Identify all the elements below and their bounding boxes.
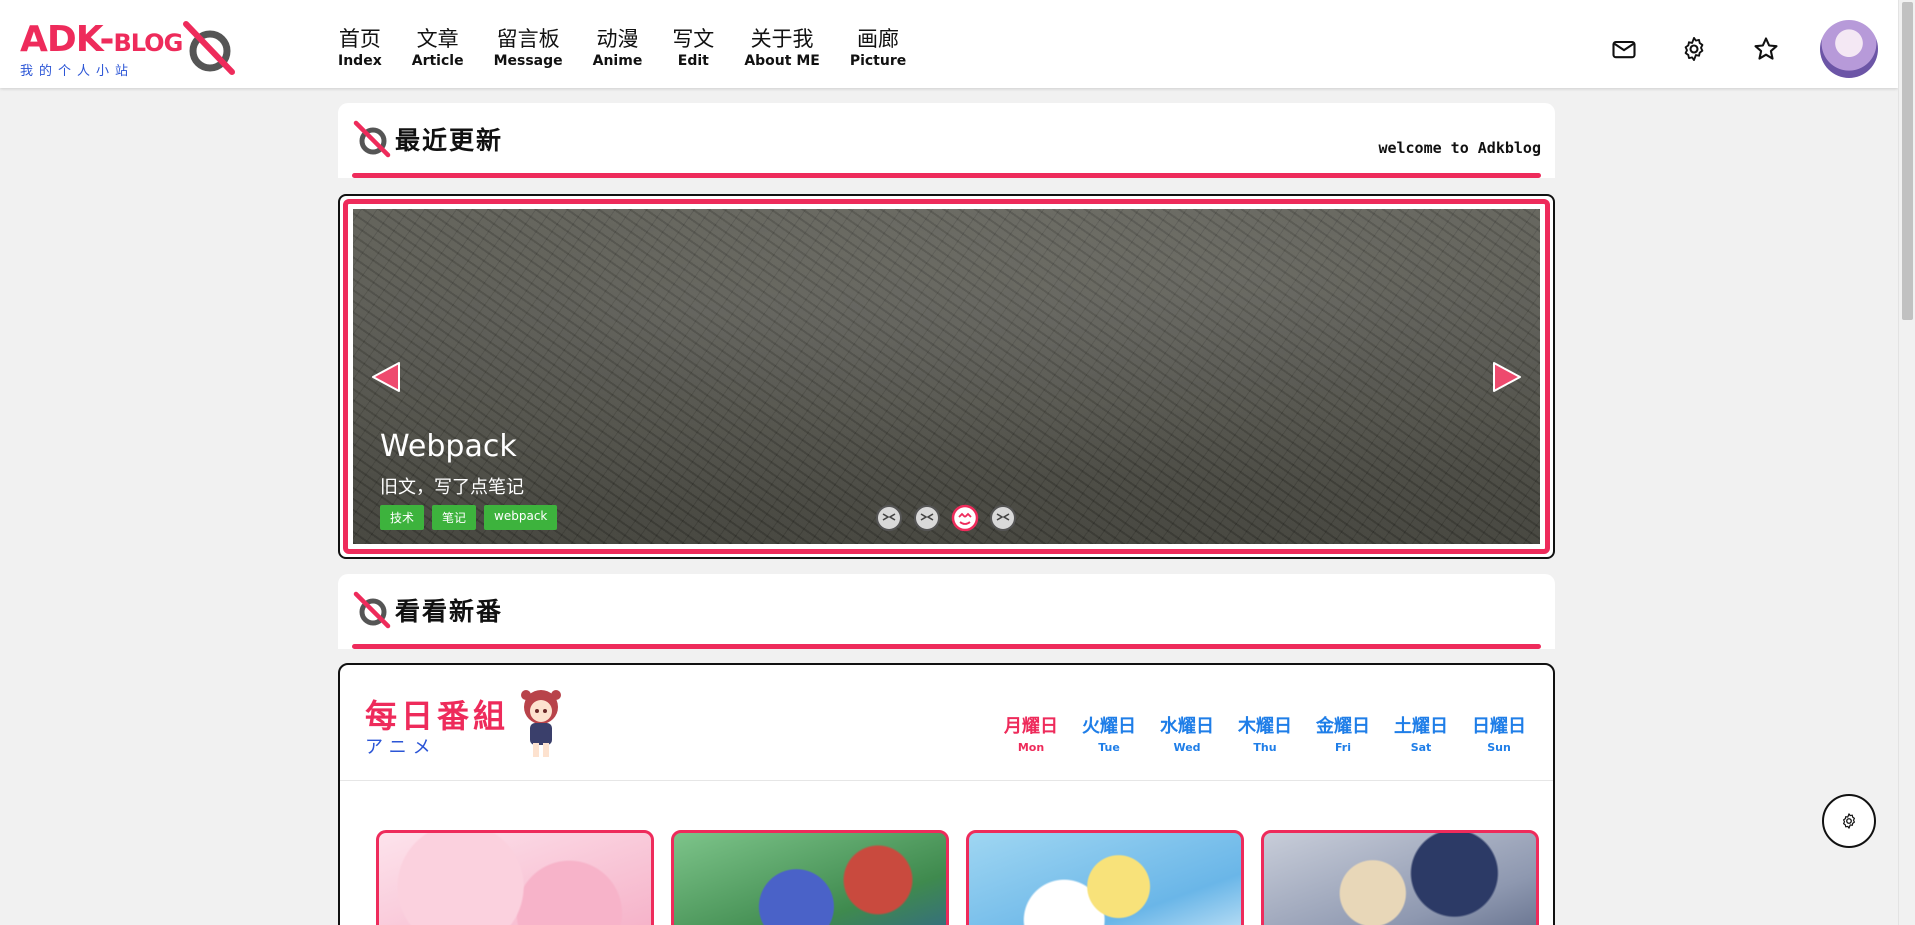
user-avatar[interactable]: [1820, 20, 1878, 78]
nav-article[interactable]: 文章 Article: [412, 26, 464, 70]
section-divider: [352, 644, 1541, 649]
carousel: Webpack 旧文，写了点笔记 技术 笔记 webpack: [338, 194, 1555, 559]
floating-settings-button[interactable]: [1822, 794, 1876, 848]
anime-card[interactable]: [376, 830, 654, 925]
weekday-tabs: 月耀日 Mon 火耀日 Tue 水耀日 Wed 木耀日 Thu 金耀日 Fri 土耀日 Sa…: [992, 715, 1538, 757]
tag[interactable]: 笔记: [432, 505, 477, 530]
nav-picture[interactable]: 画廊 Picture: [850, 26, 906, 70]
nav-about-en: About ME: [744, 53, 820, 69]
mail-icon[interactable]: [1610, 35, 1638, 63]
tab-wed-en: Wed: [1173, 741, 1201, 754]
scrollbar-thumb[interactable]: [1902, 2, 1913, 320]
slide-title: Webpack: [380, 429, 517, 464]
tab-mon-en: Mon: [1017, 741, 1045, 754]
tab-fri-cn: 金耀日: [1316, 716, 1370, 737]
tab-sun[interactable]: 日耀日 Sun: [1460, 715, 1538, 757]
section-title: 看看新番: [395, 597, 504, 626]
nav-message-en: Message: [493, 53, 563, 69]
tag[interactable]: 技术: [380, 505, 425, 530]
carousel-dot[interactable]: [989, 504, 1017, 532]
tag[interactable]: webpack: [484, 505, 558, 530]
tab-mon[interactable]: 月耀日 Mon: [992, 715, 1070, 757]
carousel-dot[interactable]: [875, 504, 903, 532]
anime-card[interactable]: [671, 830, 949, 925]
recent-section-header: 最近更新 welcome to Adkblog: [338, 103, 1555, 178]
schedule-title: 每日番組: [365, 697, 510, 735]
nav-index-cn: 首页: [338, 27, 381, 51]
section-logo-icon: [353, 120, 391, 158]
nav-edit-cn: 写文: [672, 27, 715, 51]
nav-about-cn: 关于我: [750, 27, 814, 51]
next-arrow-icon[interactable]: [1492, 361, 1522, 393]
top-header: ADK-BLOG 我的个人小站 首页 Index 文章 Article 留言板 …: [0, 0, 1898, 88]
tab-fri-en: Fri: [1334, 741, 1351, 754]
star-icon[interactable]: [1752, 35, 1780, 63]
nav-message[interactable]: 留言板 Message: [494, 26, 563, 70]
schedule-subtitle: アニメ: [365, 737, 437, 758]
nav-picture-en: Picture: [849, 53, 907, 69]
main-nav: 首页 Index 文章 Article 留言板 Message 动漫 Anime…: [338, 26, 936, 70]
gear-icon[interactable]: [1680, 35, 1708, 63]
carousel-slide[interactable]: Webpack 旧文，写了点笔记 技术 笔记 webpack: [353, 209, 1540, 544]
carousel-border: Webpack 旧文，写了点笔记 技术 笔记 webpack: [343, 199, 1550, 554]
prev-arrow-icon[interactable]: [371, 361, 401, 393]
tab-wed-cn: 水耀日: [1160, 716, 1214, 737]
schedule-header: 每日番組 アニメ 月耀日 Mon 火耀日 Tue 水耀日 Wed 木耀日 Thu 金耀日…: [340, 665, 1553, 781]
section-logo-icon: [353, 591, 391, 629]
nav-anime[interactable]: 动漫 Anime: [593, 26, 643, 70]
nav-about[interactable]: 关于我 About ME: [744, 26, 820, 70]
section-divider: [352, 173, 1541, 178]
nav-index[interactable]: 首页 Index: [338, 26, 382, 70]
tab-thu-cn: 木耀日: [1238, 716, 1292, 737]
slide-tags: 技术 笔记 webpack: [380, 505, 558, 530]
anime-section-header: 看看新番: [338, 574, 1555, 649]
logo-subtitle: 我的个人小站: [20, 64, 135, 79]
nav-article-en: Article: [411, 53, 464, 69]
site-logo[interactable]: ADK-BLOG 我的个人小站: [20, 18, 240, 80]
tab-thu-en: Thu: [1253, 741, 1277, 754]
anime-card[interactable]: [966, 830, 1244, 925]
nav-anime-en: Anime: [592, 53, 643, 69]
section-title: 最近更新: [395, 126, 504, 155]
page-scrollbar[interactable]: [1898, 0, 1915, 925]
tab-sun-en: Sun: [1487, 741, 1511, 754]
nav-message-cn: 留言板: [496, 27, 560, 51]
gear-icon: [1843, 813, 1855, 829]
nav-anime-cn: 动漫: [596, 27, 639, 51]
tab-mon-cn: 月耀日: [1004, 716, 1058, 737]
nav-edit[interactable]: 写文 Edit: [672, 26, 714, 70]
welcome-text: welcome to Adkblog: [1378, 139, 1541, 157]
carousel-dot-active[interactable]: [951, 504, 979, 532]
logo-mark-icon: [183, 21, 235, 75]
tab-wed[interactable]: 水耀日 Wed: [1148, 715, 1226, 757]
slide-description: 旧文，写了点笔记: [380, 477, 524, 498]
tab-sun-cn: 日耀日: [1472, 716, 1526, 737]
tab-tue[interactable]: 火耀日 Tue: [1070, 715, 1148, 757]
carousel-dot[interactable]: [913, 504, 941, 532]
nav-picture-cn: 画廊: [857, 27, 900, 51]
logo-title: ADK-BLOG: [20, 19, 183, 60]
carousel-dots: [875, 504, 1017, 532]
anime-card[interactable]: [1261, 830, 1539, 925]
nav-article-cn: 文章: [416, 27, 459, 51]
tab-tue-cn: 火耀日: [1082, 716, 1136, 737]
tab-sat-en: Sat: [1410, 741, 1432, 754]
tab-fri[interactable]: 金耀日 Fri: [1304, 715, 1382, 757]
anime-cards: [376, 830, 1539, 925]
nav-edit-en: Edit: [677, 53, 709, 69]
tab-sat[interactable]: 土耀日 Sat: [1382, 715, 1460, 757]
nav-index-en: Index: [338, 53, 382, 69]
tab-sat-cn: 土耀日: [1394, 716, 1448, 737]
tab-tue-en: Tue: [1098, 741, 1120, 754]
daily-schedule-panel: 每日番組 アニメ 月耀日 Mon 火耀日 Tue 水耀日 Wed 木耀日 Thu 金耀日…: [338, 663, 1555, 925]
chibi-character-icon: [521, 690, 561, 757]
tab-thu[interactable]: 木耀日 Thu: [1226, 715, 1304, 757]
